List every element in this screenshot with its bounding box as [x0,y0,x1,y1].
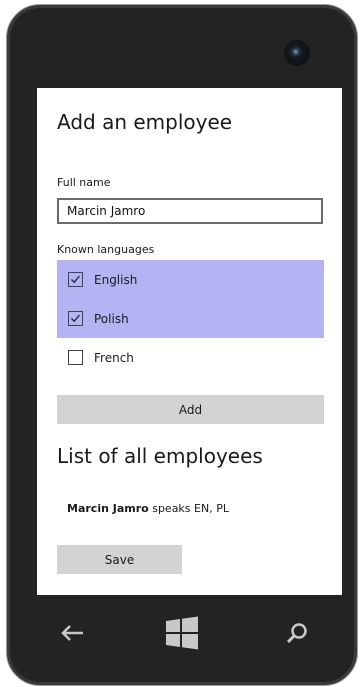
language-label: French [94,350,134,365]
known-languages-label: Known languages [57,243,155,256]
full-name-label: Full name [57,176,111,189]
full-name-input[interactable]: Marcin Jamro [57,198,323,224]
app-screen: Add an employee Full name Marcin Jamro K… [37,88,342,595]
camera-icon [284,40,310,66]
employee-name: Marcin Jamro [67,502,149,515]
add-button[interactable]: Add [57,395,324,424]
english-checkbox[interactable] [68,272,83,287]
search-button[interactable] [277,613,317,653]
page-title: Add an employee [57,110,233,134]
language-item-french[interactable]: French [57,338,324,377]
save-button[interactable]: Save [57,545,182,574]
start-button[interactable] [162,613,202,653]
language-item-polish[interactable]: Polish [57,299,324,338]
french-checkbox[interactable] [68,350,83,365]
windows-logo-icon [166,616,198,650]
phone-frame: Add an employee Full name Marcin Jamro K… [6,4,358,686]
language-label: Polish [94,311,129,326]
list-item[interactable]: Marcin Jamro speaks EN, PL [67,502,229,515]
polish-checkbox[interactable] [68,311,83,326]
check-icon [71,314,80,323]
employees-list-title: List of all employees [57,444,263,468]
back-arrow-icon [61,625,83,641]
search-icon [286,623,307,644]
employee-languages: speaks EN, PL [148,502,229,515]
language-label: English [94,272,138,287]
back-button[interactable] [53,613,93,653]
check-icon [71,275,80,284]
language-item-english[interactable]: English [57,260,324,299]
languages-list: English Polish French [57,260,324,377]
